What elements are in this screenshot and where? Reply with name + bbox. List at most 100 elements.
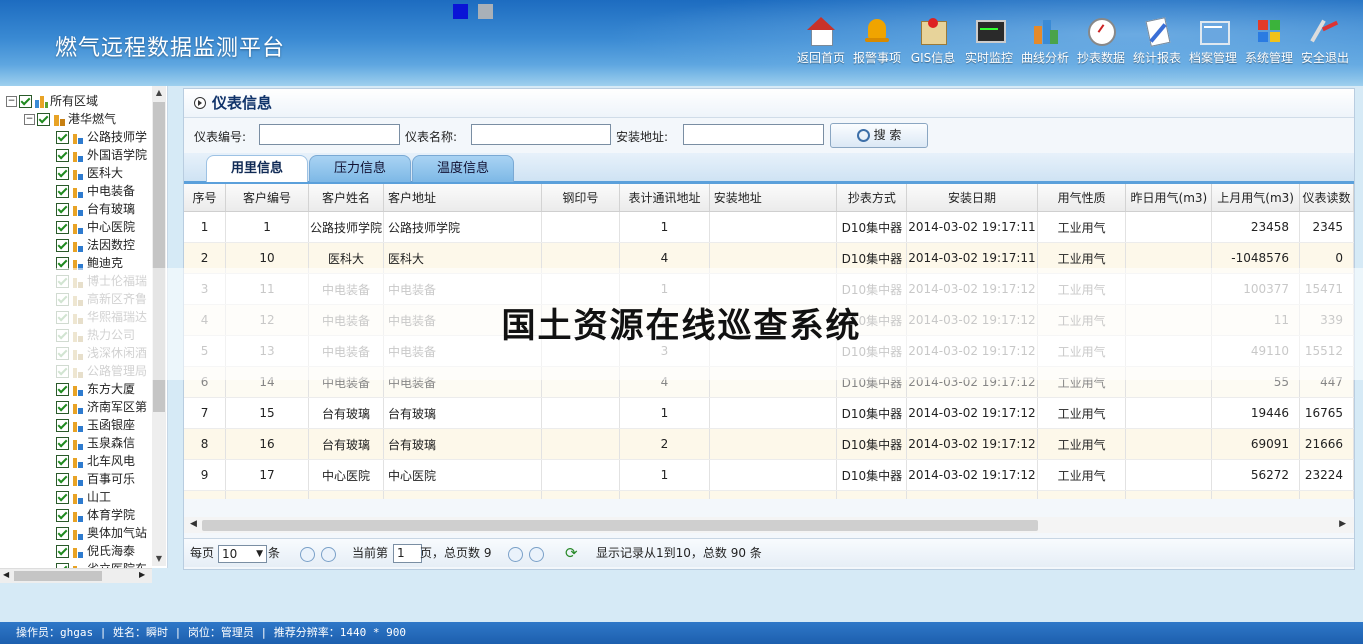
checkbox-checked-icon[interactable] (56, 491, 69, 504)
table-row[interactable]: 1018中心医院中心医院2D10集中器2014-03-02 19:17:12工业… (184, 490, 1354, 499)
column-header[interactable]: 客户姓名 (308, 184, 385, 212)
tree-item[interactable]: 中电装备 (0, 182, 152, 200)
tree-item[interactable]: 玉函银座 (0, 416, 152, 434)
checkbox-checked-icon[interactable] (56, 419, 69, 432)
scroll-down-arrow-icon[interactable]: ▼ (152, 552, 166, 566)
table-row[interactable]: 9 17 中心医院 中心医院 1 D10集中器 2014-03-02 19:17:12 工业用… (184, 459, 1354, 491)
current-page-input[interactable]: 1 (393, 544, 422, 563)
tab-usage[interactable]: 用里信息 (206, 155, 308, 182)
nav-item-chart-analysis[interactable]: 曲线分析 (1017, 16, 1073, 66)
column-header[interactable]: 安装地址 (709, 184, 838, 212)
nav-item-gis-map[interactable]: GIS信息 (905, 16, 961, 66)
table-cell: 1 (619, 211, 710, 243)
collapse-icon[interactable]: − (24, 114, 35, 125)
column-header[interactable]: 昨日用气(m3) (1125, 184, 1213, 212)
meter-no-input[interactable] (259, 124, 400, 145)
table-row[interactable]: 8 16 台有玻璃 台有玻璃 2 D10集中器 2014-03-02 19:17:12 工业用… (184, 428, 1354, 460)
tree-item[interactable]: 百事可乐 (0, 470, 152, 488)
tree-item[interactable]: 倪氏海泰 (0, 542, 152, 560)
first-page-icon[interactable] (300, 547, 315, 562)
collapse-icon[interactable]: − (6, 96, 17, 107)
checkbox-checked-icon[interactable] (56, 221, 69, 234)
tree-item[interactable]: 体育学院 (0, 506, 152, 524)
checkbox-checked-icon[interactable] (56, 131, 69, 144)
tree-item[interactable]: 法因数控 (0, 236, 152, 254)
tab-temperature[interactable]: 温度信息 (412, 155, 514, 182)
column-header[interactable]: 上月用气(m3) (1211, 184, 1301, 212)
tree-hscroll-thumb[interactable] (14, 571, 102, 581)
next-page-icon[interactable] (508, 547, 523, 562)
nav-item-monitor[interactable]: 实时监控 (961, 16, 1017, 66)
tree-item[interactable]: 玉泉森信 (0, 434, 152, 452)
refresh-icon[interactable]: ⟳ (565, 539, 578, 567)
checkbox-checked-icon[interactable] (56, 437, 69, 450)
checkbox-checked-icon[interactable] (37, 113, 50, 126)
scroll-left-arrow-icon[interactable]: ◀ (190, 519, 197, 529)
scroll-up-arrow-icon[interactable]: ▲ (152, 86, 166, 100)
tree-item[interactable]: 中心医院 (0, 218, 152, 236)
per-page-select[interactable]: 10 (218, 545, 267, 563)
checkbox-checked-icon[interactable] (56, 239, 69, 252)
checkbox-checked-icon[interactable] (56, 149, 69, 162)
search-button[interactable]: 搜 索 (830, 123, 928, 148)
checkbox-checked-icon[interactable] (56, 203, 69, 216)
table-hscroll-thumb[interactable] (202, 520, 1038, 531)
panel-toggle-icon[interactable] (194, 97, 206, 109)
checkbox-checked-icon[interactable] (19, 95, 32, 108)
column-header[interactable]: 安装日期 (906, 184, 1038, 212)
tree-item[interactable]: 台有玻璃 (0, 200, 152, 218)
column-header[interactable]: 序号 (184, 184, 227, 212)
column-header[interactable]: 抄表方式 (836, 184, 908, 212)
nav-item-report[interactable]: 统计报表 (1129, 16, 1185, 66)
tree-item[interactable]: 山工 (0, 488, 152, 506)
nav-item-archive[interactable]: 档案管理 (1185, 16, 1241, 66)
checkbox-checked-icon[interactable] (56, 509, 69, 522)
tree-item[interactable]: 济南军区第 (0, 398, 152, 416)
checkbox-checked-icon[interactable] (56, 527, 69, 540)
column-header[interactable]: 钢印号 (541, 184, 621, 212)
tree-item[interactable]: 东方大厦 (0, 380, 152, 398)
site-building-icon (72, 510, 85, 522)
tree-item[interactable]: 奥体加气站 (0, 524, 152, 542)
nav-item-gauge[interactable]: 抄表数据 (1073, 16, 1129, 66)
prev-page-icon[interactable] (321, 547, 336, 562)
column-header[interactable]: 客户编号 (225, 184, 309, 212)
checkbox-checked-icon[interactable] (56, 185, 69, 198)
tree-root[interactable]: − 所有区域 (0, 92, 152, 110)
checkbox-checked-icon[interactable] (56, 473, 69, 486)
table-horizontal-scrollbar[interactable]: ◀ ▶ (184, 517, 1354, 533)
column-header[interactable]: 仪表读数 (1299, 184, 1354, 212)
checkbox-checked-icon[interactable] (56, 455, 69, 468)
meter-name-input[interactable] (471, 124, 611, 145)
table-row[interactable]: 7 15 台有玻璃 台有玻璃 1 D10集中器 2014-03-02 19:17:12 工业用… (184, 397, 1354, 429)
checkbox-checked-icon[interactable] (56, 545, 69, 558)
column-header[interactable]: 客户地址 (383, 184, 542, 212)
tree-item[interactable]: 外国语学院 (0, 146, 152, 164)
table-row[interactable]: 1 1 公路技师学院 公路技师学院 1 D10集中器 2014-03-02 19:17:11… (184, 211, 1354, 243)
install-addr-input[interactable] (683, 124, 824, 145)
column-header[interactable]: 用气性质 (1037, 184, 1127, 212)
checkbox-checked-icon[interactable] (56, 383, 69, 396)
nav-item-alarm-bell[interactable]: 报警事项 (849, 16, 905, 66)
scroll-left-arrow-icon[interactable]: ◀ (3, 570, 9, 579)
last-page-icon[interactable] (529, 547, 544, 562)
checkbox-checked-icon[interactable] (56, 401, 69, 414)
panel-header: 仪表信息 (184, 89, 1354, 118)
tab-pressure[interactable]: 压力信息 (309, 155, 411, 182)
tree-item[interactable]: 省立医院东 (0, 560, 152, 568)
tree-item[interactable]: 公路技师学 (0, 128, 152, 146)
table-cell: 1 (619, 459, 710, 491)
scroll-right-arrow-icon[interactable]: ▶ (139, 570, 145, 579)
nav-item-exit[interactable]: 安全退出 (1297, 16, 1353, 66)
tree-horizontal-scrollbar[interactable]: ◀ ▶ (0, 568, 152, 583)
scroll-right-arrow-icon[interactable]: ▶ (1339, 519, 1346, 529)
tree-item[interactable]: 医科大 (0, 164, 152, 182)
tree-item-label: 奥体加气站 (87, 526, 148, 540)
table-cell: 7 (184, 397, 227, 429)
tree-item[interactable]: 北车风电 (0, 452, 152, 470)
checkbox-checked-icon[interactable] (56, 167, 69, 180)
column-header[interactable]: 表计通讯地址 (619, 184, 710, 212)
nav-item-home[interactable]: 返回首页 (793, 16, 849, 66)
nav-item-windows-logo[interactable]: 系统管理 (1241, 16, 1297, 66)
tree-company[interactable]: − 港华燃气 (0, 110, 152, 128)
